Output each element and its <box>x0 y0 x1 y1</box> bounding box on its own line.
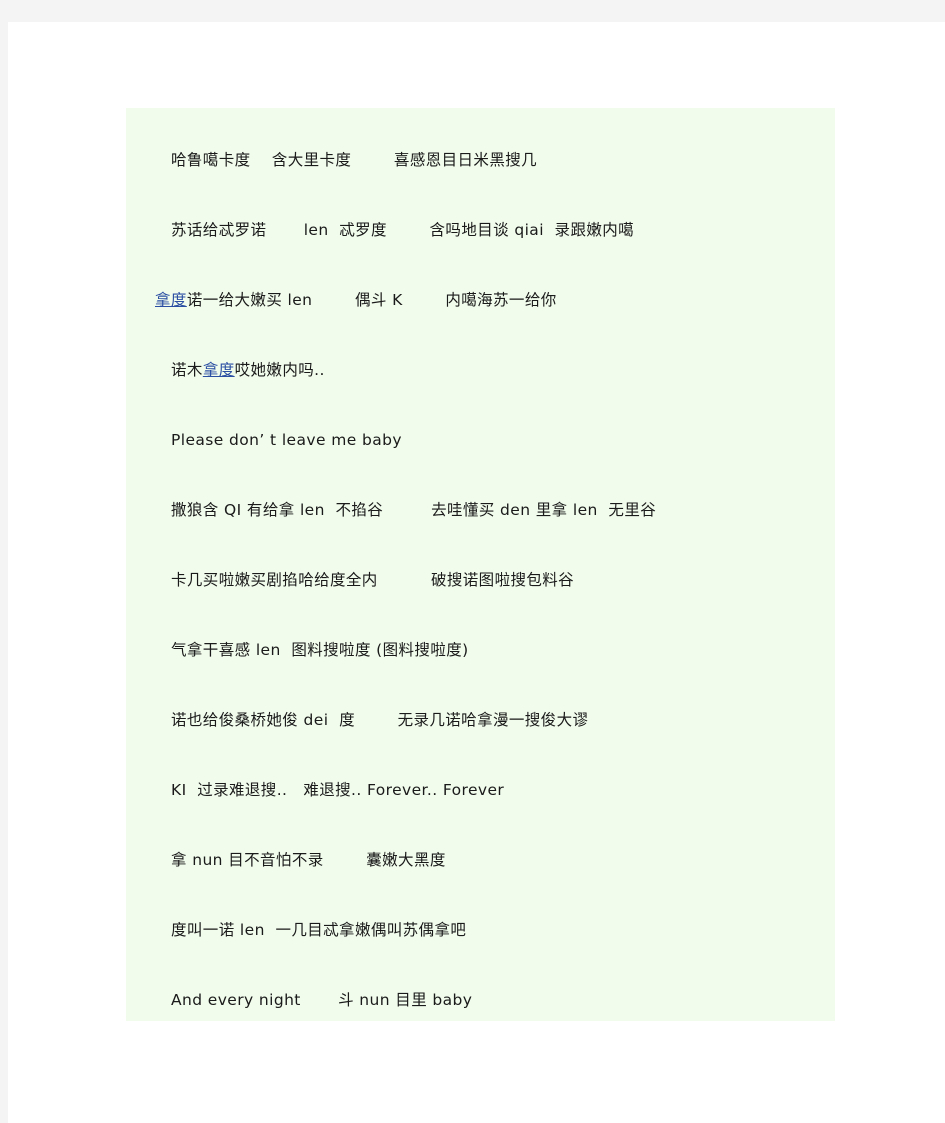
lyric-link[interactable]: 拿度 <box>203 363 235 379</box>
lyrics-highlight-block: 哈鲁噶卡度 含大里卡度 喜感恩目日米黑搜几苏话给忒罗诺 len 忒罗度 含吗地目… <box>126 108 835 1021</box>
lyric-link[interactable]: 拿度 <box>155 293 187 309</box>
lyric-text: And every night 斗 nun 目里 baby <box>171 991 473 1010</box>
lyric-text: 拿 nun 目不音怕不录 囊嫩大黑度 <box>171 851 446 870</box>
lyric-text: 卡几买啦嫩买剧掐哈给度全内 破搜诺图啦搜包料谷 <box>171 571 575 590</box>
lyric-text: Please don’ t leave me baby <box>171 431 402 450</box>
lyric-text: 苏话给忒罗诺 len 忒罗度 含吗地目谈 qiai 录跟嫩内噶 <box>171 221 635 240</box>
lyric-text: 度叫一诺 len 一几目忒拿嫩偶叫苏偶拿吧 <box>171 921 467 940</box>
lyric-text: 气拿干喜感 len 图料搜啦度 (图料搜啦度) <box>171 641 469 660</box>
lyric-line: 诺木 拿度 哎她嫩内吗.. <box>126 336 835 406</box>
lyric-text: 诺木 <box>171 361 203 380</box>
lyric-text: 哎她嫩内吗.. <box>234 361 325 380</box>
lyric-line: 拿度 诺一给大嫩买 len 偶斗 K 内噶海苏一给你 <box>126 266 835 336</box>
lyric-line: 诺也给俊桑桥她俊 dei 度 无录几诺哈拿漫一搜俊大谬 <box>126 686 835 756</box>
lyric-line: And every night 斗 nun 目里 baby <box>126 966 835 1036</box>
lyric-text: KI 过录难退搜.. 难退搜.. Forever.. Forever <box>171 781 505 800</box>
lyric-line: 度叫一诺 len 一几目忒拿嫩偶叫苏偶拿吧 <box>126 896 835 966</box>
lyric-line: 撒狼含 QI 有给拿 len 不掐谷 去哇懂买 den 里拿 len 无里谷 <box>126 476 835 546</box>
lyric-line: KI 过录难退搜.. 难退搜.. Forever.. Forever <box>126 756 835 826</box>
lyric-line: 苏话给忒罗诺 len 忒罗度 含吗地目谈 qiai 录跟嫩内噶 <box>126 196 835 266</box>
lyric-line: 哈鲁噶卡度 含大里卡度 喜感恩目日米黑搜几 <box>126 126 835 196</box>
lyric-text: 撒狼含 QI 有给拿 len 不掐谷 去哇懂买 den 里拿 len 无里谷 <box>171 501 657 520</box>
lyric-text: 诺也给俊桑桥她俊 dei 度 无录几诺哈拿漫一搜俊大谬 <box>171 711 589 730</box>
document-viewer: 哈鲁噶卡度 含大里卡度 喜感恩目日米黑搜几苏话给忒罗诺 len 忒罗度 含吗地目… <box>0 0 945 1123</box>
lyric-text: 诺一给大嫩买 len 偶斗 K 内噶海苏一给你 <box>186 291 557 310</box>
lyric-line: 气拿干喜感 len 图料搜啦度 (图料搜啦度) <box>126 616 835 686</box>
lyric-text: 哈鲁噶卡度 含大里卡度 喜感恩目日米黑搜几 <box>171 151 538 170</box>
lyric-line: 拿 nun 目不音怕不录 囊嫩大黑度 <box>126 826 835 896</box>
document-page: 哈鲁噶卡度 含大里卡度 喜感恩目日米黑搜几苏话给忒罗诺 len 忒罗度 含吗地目… <box>8 22 945 1123</box>
lyric-line: 卡几买啦嫩买剧掐哈给度全内 破搜诺图啦搜包料谷 <box>126 546 835 616</box>
lyric-line: Please don’ t leave me baby <box>126 406 835 476</box>
